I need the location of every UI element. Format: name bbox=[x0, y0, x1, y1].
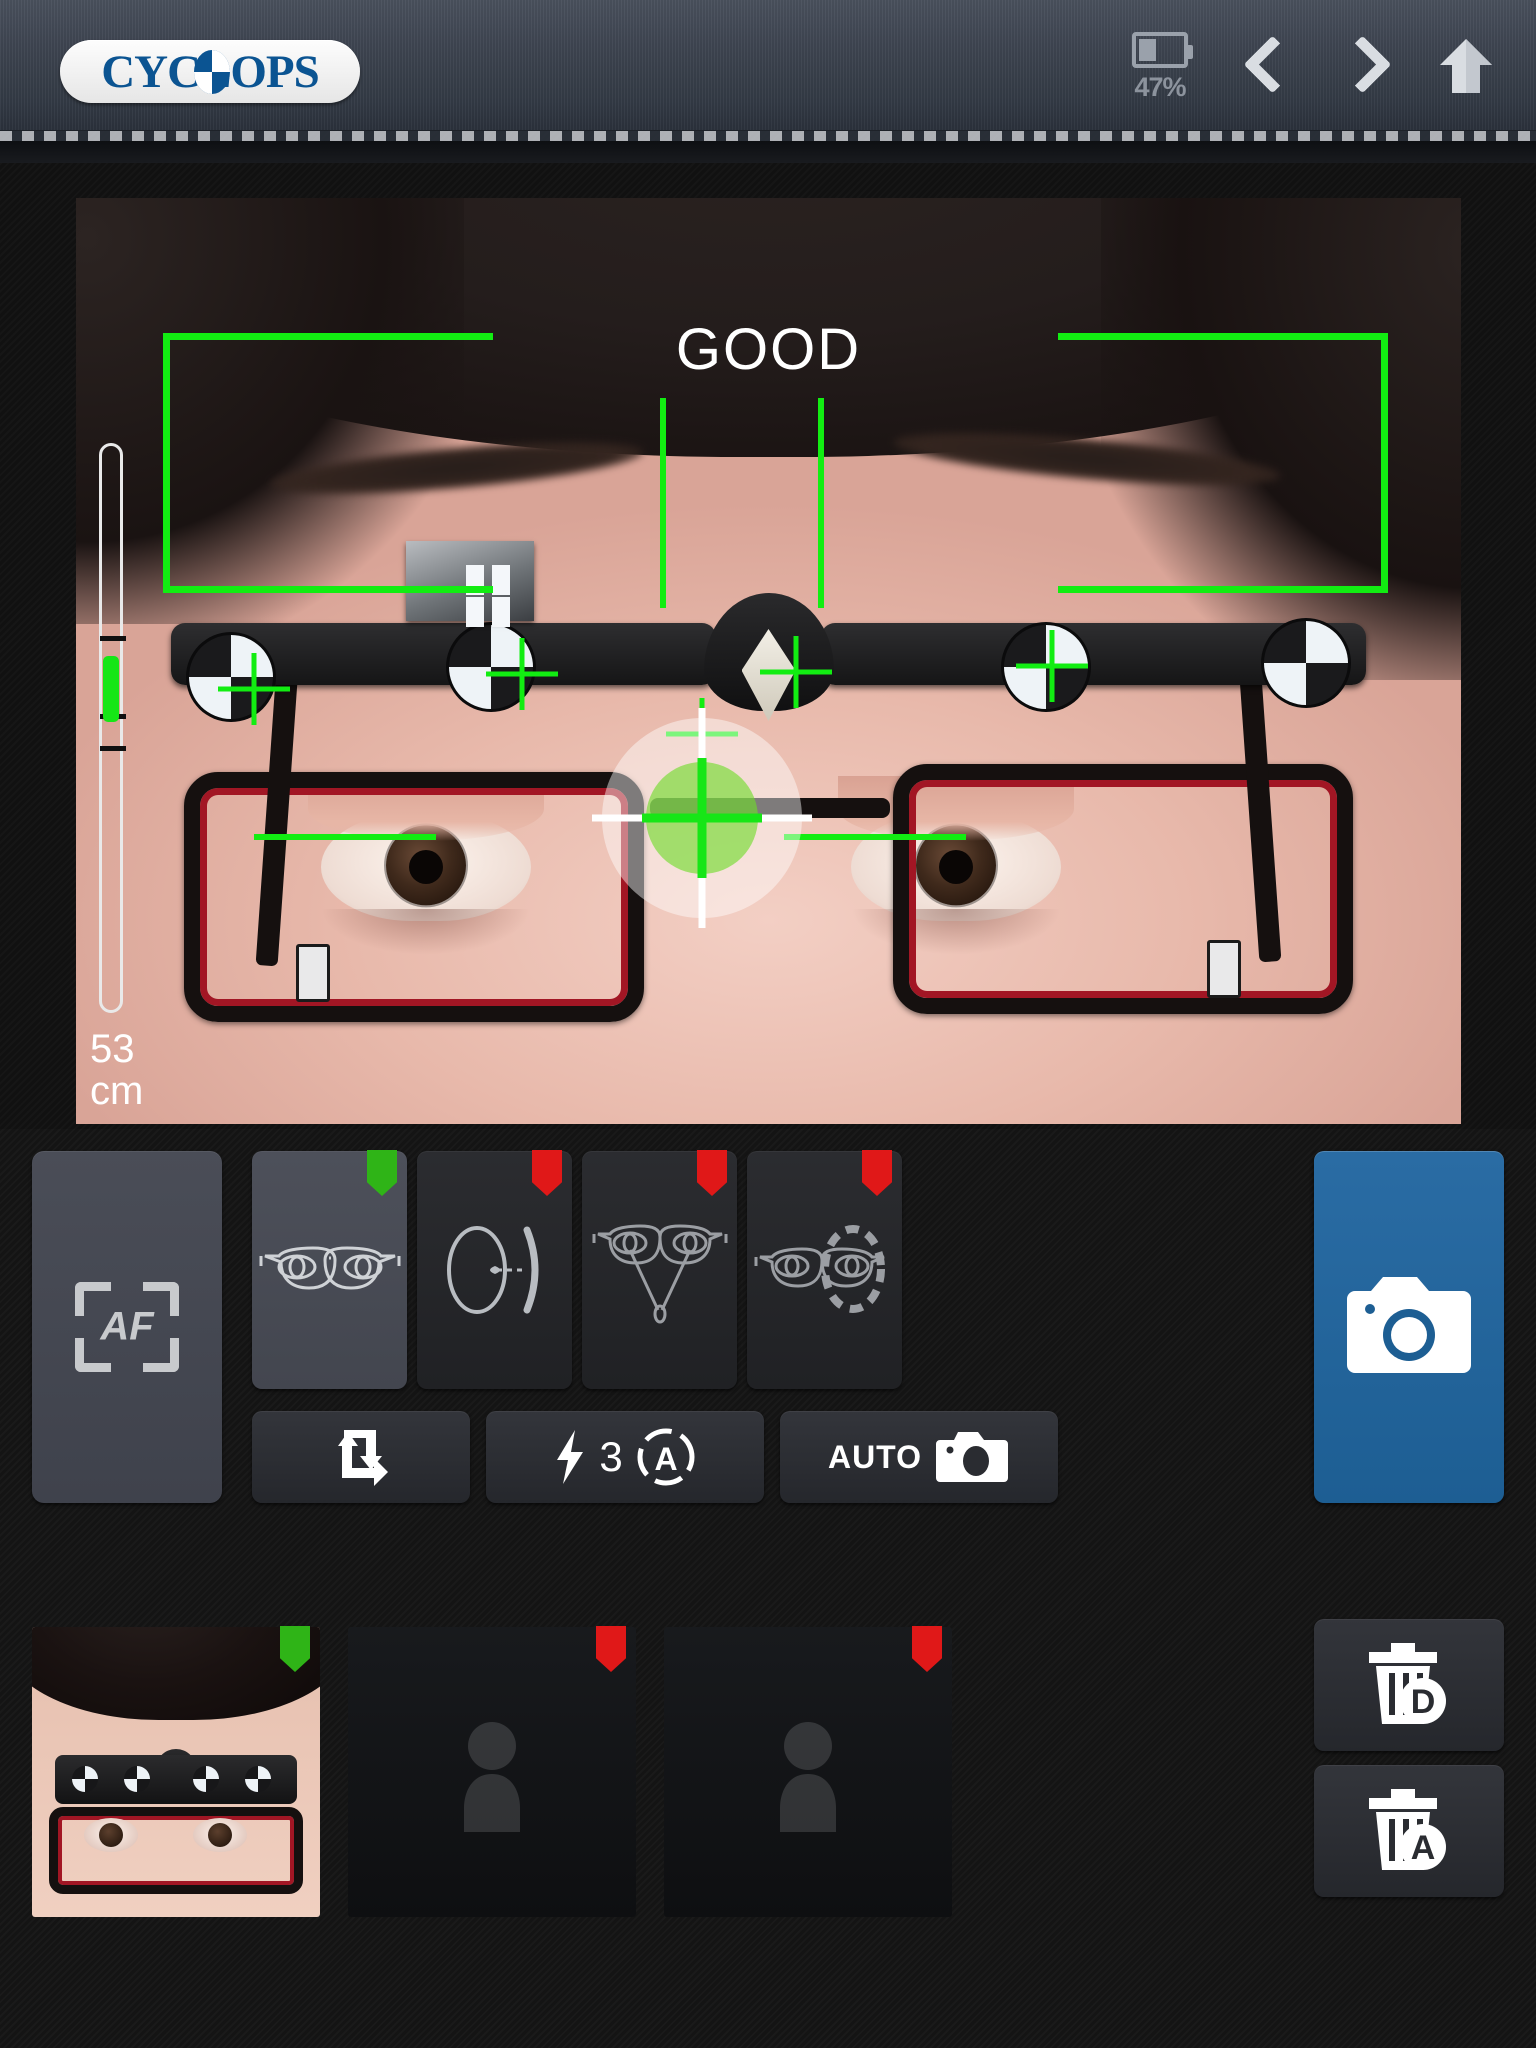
mode-status-flag-red bbox=[532, 1150, 562, 1196]
shot-thumbnail-2[interactable] bbox=[348, 1626, 636, 1917]
delete-selected-button[interactable]: D bbox=[1314, 1619, 1504, 1751]
svg-text:A: A bbox=[1411, 1829, 1436, 1867]
lens-profile-icon bbox=[446, 1226, 538, 1314]
camera-controls: 3 A AUTO bbox=[252, 1411, 1058, 1503]
mode-card-dashed-pupil[interactable] bbox=[747, 1150, 902, 1389]
glasses-convergence-near-icon bbox=[592, 1224, 727, 1324]
glasses-dashed-pupil-icon bbox=[754, 1225, 885, 1313]
auto-circle-a-icon: A bbox=[637, 1428, 695, 1486]
autofocus-button[interactable]: AF bbox=[32, 1151, 222, 1503]
svg-text:D: D bbox=[1411, 1683, 1436, 1721]
header-divider bbox=[0, 131, 1536, 141]
flash-icon bbox=[557, 1430, 584, 1484]
battery-percent-label: 47% bbox=[1134, 72, 1186, 102]
pupillometer-device bbox=[171, 541, 1366, 719]
live-camera-feed bbox=[76, 198, 1461, 1124]
battery-status: 47% bbox=[1132, 32, 1193, 103]
glasses-front-eyes-icon bbox=[259, 1246, 400, 1290]
person-placeholder-icon bbox=[464, 1722, 520, 1832]
captured-shots-row: D A bbox=[0, 1619, 1536, 1949]
mode-card-convergence[interactable] bbox=[582, 1150, 737, 1389]
shot-thumbnail-1[interactable] bbox=[32, 1626, 320, 1917]
viewfinder-area: GOOD 53 cm bbox=[0, 163, 1536, 1129]
control-panel: AF 3 A AUTO bbox=[0, 1129, 1536, 1619]
battery-fill bbox=[1139, 39, 1156, 61]
cyclops-app: CYCLOPS 47% bbox=[0, 0, 1536, 2048]
trash-icon: A bbox=[1369, 1789, 1446, 1870]
camera-viewfinder[interactable]: GOOD 53 cm bbox=[76, 198, 1461, 1124]
mode-card-glasses-front[interactable] bbox=[252, 1150, 407, 1389]
cyclops-eye-logo-icon bbox=[194, 49, 230, 94]
auto-capture-button[interactable]: AUTO bbox=[780, 1411, 1058, 1503]
header-shadow bbox=[0, 141, 1536, 163]
capture-button[interactable] bbox=[1314, 1151, 1504, 1503]
app-logo[interactable]: CYCLOPS bbox=[60, 40, 360, 103]
mode-status-flag-red bbox=[697, 1150, 727, 1196]
mode-status-flag-green bbox=[367, 1150, 397, 1196]
captured-photo-thumbnail bbox=[32, 1627, 320, 1917]
auto-label: AUTO bbox=[827, 1438, 923, 1475]
header-actions: 47% bbox=[1132, 0, 1496, 131]
app-header: CYCLOPS 47% bbox=[0, 0, 1536, 131]
trash-icon: D bbox=[1369, 1643, 1446, 1724]
autofocus-frame-icon: AF bbox=[75, 1282, 179, 1372]
chevron-left-icon[interactable] bbox=[1244, 32, 1284, 100]
camera-icon bbox=[1347, 1277, 1471, 1373]
flash-count-label: 3 bbox=[599, 1433, 623, 1480]
delete-buttons: D A bbox=[1314, 1619, 1504, 1897]
autofocus-label: AF bbox=[100, 1304, 154, 1349]
person-placeholder-icon bbox=[780, 1722, 836, 1832]
swap-camera-button[interactable] bbox=[252, 1411, 470, 1503]
delete-all-button[interactable]: A bbox=[1314, 1765, 1504, 1897]
calibration-block bbox=[406, 541, 534, 627]
home-icon[interactable] bbox=[1436, 35, 1496, 97]
mode-card-lens-profile[interactable] bbox=[417, 1150, 572, 1389]
swap-arrows-icon bbox=[338, 1430, 388, 1486]
eyeglasses bbox=[166, 661, 1371, 1058]
svg-text:A: A bbox=[654, 1441, 677, 1477]
mode-status-flag-red bbox=[862, 1150, 892, 1196]
camera-small-icon bbox=[936, 1432, 1009, 1482]
shot-thumbnail-3[interactable] bbox=[664, 1626, 952, 1917]
chevron-right-icon[interactable] bbox=[1340, 32, 1380, 100]
measurement-mode-list bbox=[252, 1150, 902, 1389]
battery-icon bbox=[1132, 32, 1193, 68]
flash-mode-button[interactable]: 3 A bbox=[486, 1411, 764, 1503]
